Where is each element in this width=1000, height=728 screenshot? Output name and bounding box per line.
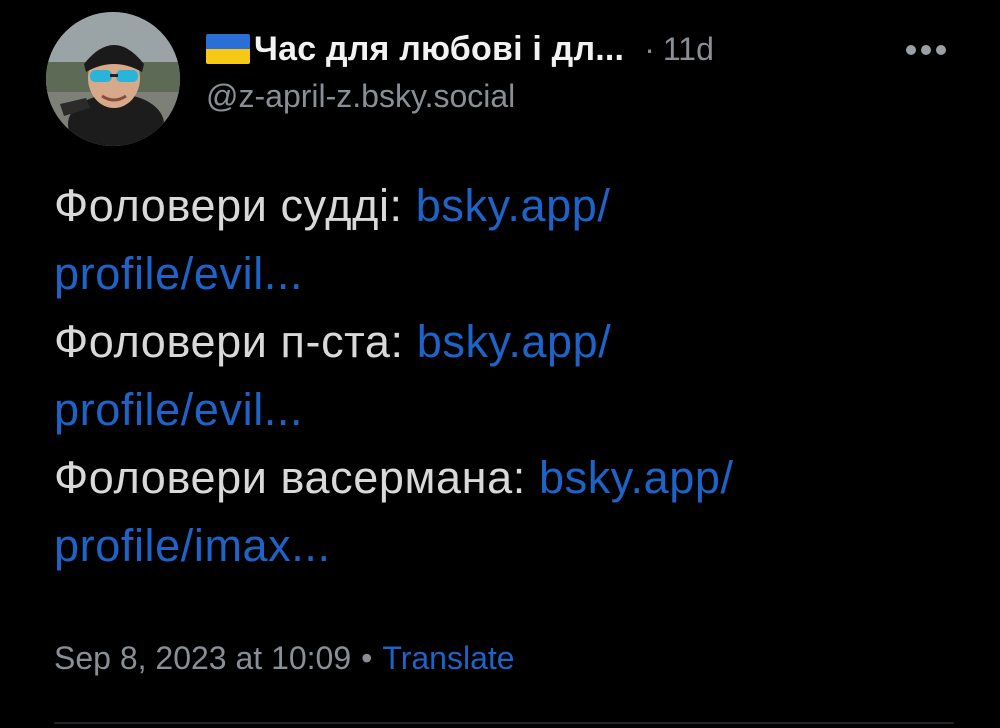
translate-link[interactable]: Translate xyxy=(382,640,514,676)
post-link[interactable]: bsky.app/ xyxy=(416,180,611,231)
post-line-text: Фоловери п-ста: xyxy=(54,316,417,367)
post-link[interactable]: profile/imax... xyxy=(54,520,331,571)
more-options-button[interactable] xyxy=(898,30,954,70)
avatar[interactable] xyxy=(46,12,180,146)
post-text: Фоловери судді: bsky.app/ profile/evil..… xyxy=(54,172,954,580)
footer-separator: • xyxy=(361,640,373,676)
ukraine-flag-icon xyxy=(206,34,250,64)
post-line: Фоловери судді: bsky.app/ profile/evil..… xyxy=(54,172,954,308)
timestamp-separator: · xyxy=(644,30,655,67)
post-header: Час для любові і дл... · 11d @z-april-z.… xyxy=(206,22,966,115)
author-display-name[interactable]: Час для любові і дл... xyxy=(254,30,624,69)
post-line: Фоловери п-ста: bsky.app/ profile/evil..… xyxy=(54,308,954,444)
post-line: Фоловери васермана: bsky.app/ profile/im… xyxy=(54,444,954,580)
post-line-text: Фоловери судді: xyxy=(54,180,416,231)
post-line-text: Фоловери васермана: xyxy=(54,452,539,503)
avatar-image xyxy=(46,12,180,146)
post-link[interactable]: profile/evil... xyxy=(54,384,303,435)
more-horizontal-icon xyxy=(906,45,946,55)
post-timestamp[interactable]: 11d xyxy=(663,31,714,68)
divider xyxy=(54,722,954,724)
post-footer: Sep 8, 2023 at 10:09 • Translate xyxy=(54,640,515,677)
post-link[interactable]: bsky.app/ xyxy=(417,316,612,367)
post-link[interactable]: profile/evil... xyxy=(54,248,303,299)
post-datetime: Sep 8, 2023 at 10:09 xyxy=(54,640,352,676)
author-handle[interactable]: @z-april-z.bsky.social xyxy=(206,78,966,115)
post-link[interactable]: bsky.app/ xyxy=(539,452,734,503)
author-row: Час для любові і дл... · 11d xyxy=(206,22,966,76)
post-card: Час для любові і дл... · 11d @z-april-z.… xyxy=(0,0,1000,728)
